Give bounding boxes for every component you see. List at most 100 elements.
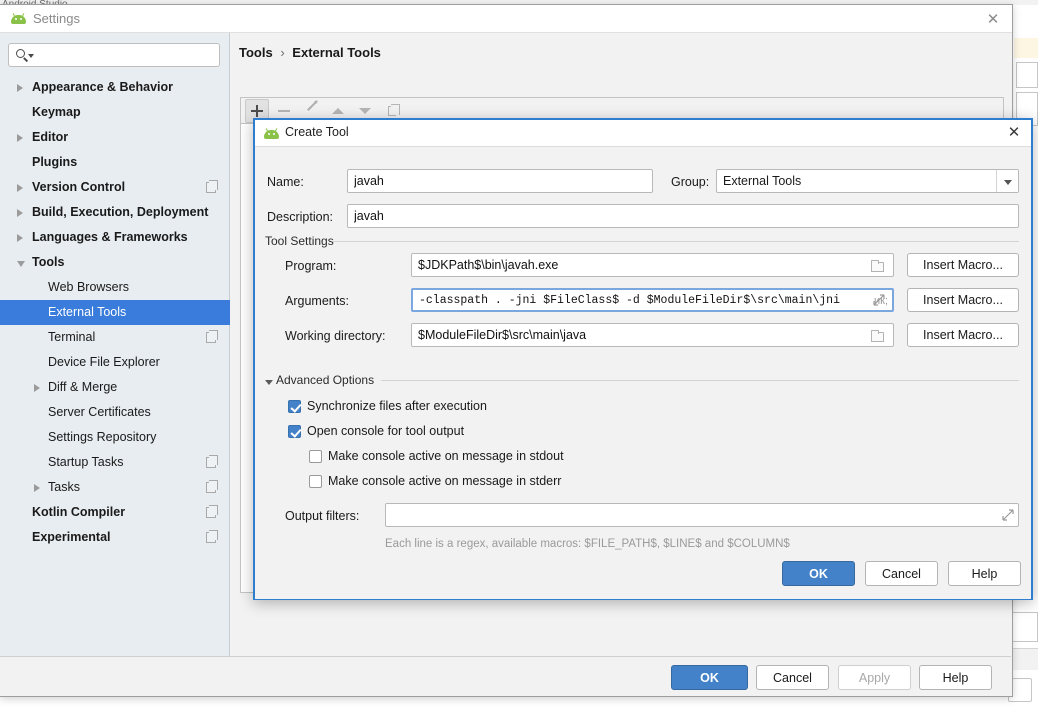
search-input[interactable] [37,44,217,66]
close-icon[interactable]: ✕ [1005,124,1023,142]
output-filters-input[interactable] [385,503,1019,527]
sidebar-item-diff-merge[interactable]: Diff & Merge [0,375,230,400]
settings-footer: OK Cancel Apply Help [0,656,1011,696]
dialog-ok-button[interactable]: OK [782,561,855,586]
checkbox-console-active-stdout[interactable] [309,450,322,463]
insert-macro-working-directory-button[interactable]: Insert Macro... [907,323,1019,347]
breadcrumb-root[interactable]: Tools [239,45,273,60]
project-scope-icon [206,480,218,493]
dialog-help-button[interactable]: Help [948,561,1021,586]
settings-ok-button[interactable]: OK [671,665,748,690]
search-box[interactable] [8,43,220,67]
checkbox-label-open-console: Open console for tool output [307,424,465,438]
sidebar-item-label: Server Certificates [48,405,151,419]
sidebar-item-web-browsers[interactable]: Web Browsers [0,275,230,300]
advanced-options-group-title: Advanced Options [276,373,375,387]
chevron-right-icon[interactable] [34,484,40,492]
checkbox-open-console[interactable] [288,425,301,438]
editor-highlight-band [1014,38,1038,58]
checkbox-synchronize-files[interactable] [288,400,301,413]
chevron-right-icon[interactable] [17,84,23,92]
working-directory-label: Working directory: [285,329,386,343]
group-combobox[interactable]: External Tools [716,169,1019,193]
create-tool-footer: OK Cancel Help [255,551,1031,599]
insert-macro-program-button[interactable]: Insert Macro... [907,253,1019,277]
sidebar-item-label: Plugins [32,155,78,169]
project-scope-icon [206,455,218,468]
sidebar-item-label: Appearance & Behavior [32,80,174,94]
project-scope-icon [206,330,218,343]
sidebar-item-server-certificates[interactable]: Server Certificates [0,400,230,425]
settings-help-button[interactable]: Help [919,665,992,690]
settings-cancel-button[interactable]: Cancel [756,665,829,690]
sidebar-item-editor[interactable]: Editor [0,125,230,150]
sidebar-item-label: External Tools [48,305,127,319]
sidebar-item-keymap[interactable]: Keymap [0,100,230,125]
sidebar-item-external-tools[interactable]: External Tools [0,300,230,325]
settings-sidebar: Appearance & Behavior Keymap Editor Plugins… [0,33,230,658]
sidebar-item-languages-frameworks[interactable]: Languages & Frameworks [0,225,230,250]
advanced-options-twisty-icon[interactable] [265,380,273,385]
sidebar-item-label: Tools [32,255,65,269]
tool-settings-group-title: Tool Settings [265,234,334,248]
breadcrumb-separator: › [280,45,285,60]
folder-browse-icon[interactable] [871,330,884,342]
sidebar-item-kotlin-compiler[interactable]: Kotlin Compiler [0,500,230,525]
project-scope-icon [206,530,218,543]
folder-browse-icon[interactable] [871,260,884,272]
sidebar-item-label: Keymap [32,105,81,119]
project-scope-icon [206,180,218,193]
android-icon [264,128,279,139]
sidebar-item-label: Experimental [32,530,111,544]
sidebar-item-appearance-behavior[interactable]: Appearance & Behavior [0,75,230,100]
arguments-input[interactable] [411,288,894,312]
description-label: Description: [267,210,333,224]
group-label: Group: [671,175,710,189]
program-input[interactable] [411,253,894,277]
search-dropdown-caret-icon[interactable] [28,54,34,58]
chevron-down-icon[interactable] [17,261,25,267]
sidebar-item-label: Startup Tasks [48,455,124,469]
settings-titlebar: Settings ✕ [0,5,1012,33]
description-input[interactable] [347,204,1019,228]
chevron-down-icon[interactable] [996,170,1018,192]
sidebar-item-tasks[interactable]: Tasks [0,475,230,500]
chevron-right-icon[interactable] [17,184,23,192]
sidebar-item-label: Build, Execution, Deployment [32,205,209,219]
chevron-right-icon[interactable] [17,234,23,242]
sidebar-item-label: Tasks [48,480,80,494]
sidebar-item-version-control[interactable]: Version Control [0,175,230,200]
chevron-right-icon[interactable] [17,209,23,217]
sidebar-item-label: Terminal [48,330,96,344]
breadcrumb-leaf: External Tools [292,45,381,60]
breadcrumb: Tools › External Tools [239,45,381,60]
sidebar-item-label: Settings Repository [48,430,157,444]
search-icon [16,49,25,58]
name-input[interactable] [347,169,653,193]
chevron-right-icon[interactable] [17,134,23,142]
chevron-right-icon[interactable] [34,384,40,392]
close-icon[interactable]: ✕ [984,11,1002,29]
sidebar-item-settings-repository[interactable]: Settings Repository [0,425,230,450]
settings-apply-button: Apply [838,665,911,690]
insert-macro-arguments-button[interactable]: Insert Macro... [907,288,1019,312]
dialog-cancel-button[interactable]: Cancel [865,561,938,586]
sidebar-item-terminal[interactable]: Terminal [0,325,230,350]
sidebar-item-plugins[interactable]: Plugins [0,150,230,175]
android-icon [11,13,26,24]
expand-output-filters-icon[interactable] [1002,509,1014,521]
working-directory-input[interactable] [411,323,894,347]
sidebar-item-experimental[interactable]: Experimental [0,525,230,550]
expand-editor-icon[interactable] [873,294,885,306]
checkbox-console-active-stderr[interactable] [309,475,322,488]
name-label: Name: [267,175,304,189]
sidebar-item-tools[interactable]: Tools [0,250,230,275]
sidebar-item-build-execution-deployment[interactable]: Build, Execution, Deployment [0,200,230,225]
create-tool-dialog: Create Tool ✕ Name: Group: External Tool… [253,118,1033,600]
create-tool-body: Name: Group: External Tools Description:… [255,147,1031,599]
create-tool-title: Create Tool [285,125,349,139]
sidebar-item-startup-tasks[interactable]: Startup Tasks [0,450,230,475]
tool-settings-divider [333,241,1019,242]
sidebar-item-device-file-explorer[interactable]: Device File Explorer [0,350,230,375]
sidebar-item-label: Diff & Merge [48,380,118,394]
